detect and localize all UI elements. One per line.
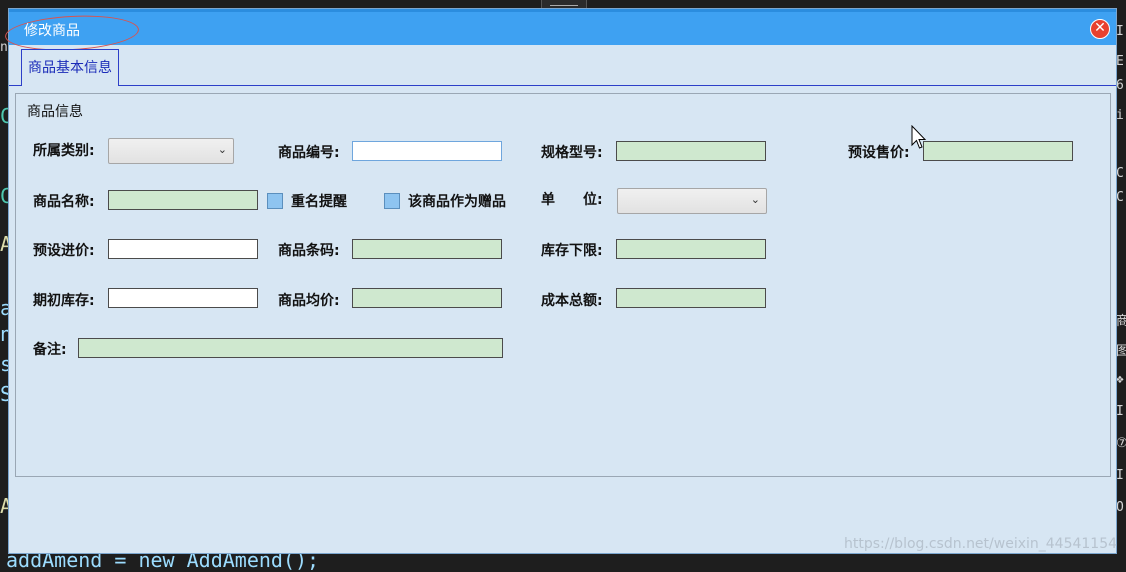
bg-right-char: I (1116, 404, 1124, 419)
bg-right-char: I (1116, 468, 1124, 483)
bg-right-char: C (1116, 190, 1124, 205)
unit-label: 单 位: (541, 192, 603, 208)
tab-basic-info[interactable]: 商品基本信息 (21, 49, 119, 85)
bg-right-char: 6 (1116, 78, 1124, 93)
sale-price-input[interactable] (923, 141, 1073, 161)
total-cost-input[interactable] (616, 288, 766, 308)
sale-price-label: 预设售价: (848, 145, 910, 161)
bg-right-char: 图 (1116, 344, 1126, 359)
remark-label: 备注: (33, 342, 67, 358)
barcode-label: 商品条码: (278, 243, 340, 259)
chevron-down-icon: ⌄ (217, 143, 227, 156)
tab-underline-gap (22, 84, 118, 87)
purchase-price-input[interactable] (108, 239, 258, 259)
remark-input[interactable] (78, 338, 503, 358)
stock-min-input[interactable] (616, 239, 766, 259)
name-label: 商品名称: (33, 194, 95, 210)
total-cost-label: 成本总额: (541, 293, 603, 309)
unit-select[interactable]: ⌄ (617, 188, 767, 214)
edit-product-dialog: 修改商品 ✕ 商品基本信息 商品信息 所属类别: ⌄ 商品编号: 规格型号: 预… (4, 8, 1117, 554)
initial-stock-label: 期初库存: (33, 293, 95, 309)
name-input[interactable] (108, 190, 258, 210)
close-button[interactable]: ✕ (1090, 19, 1110, 39)
initial-stock-input[interactable] (108, 288, 258, 308)
stock-min-label: 库存下限: (541, 243, 603, 259)
window-title: 修改商品 (24, 23, 80, 39)
purchase-price-label: 预设进价: (33, 243, 95, 259)
code-input[interactable] (352, 141, 502, 161)
dup-check-checkbox[interactable] (267, 193, 283, 209)
bg-char: n (0, 40, 8, 55)
spec-input[interactable] (616, 141, 766, 161)
gift-checkbox[interactable] (384, 193, 400, 209)
spec-label: 规格型号: (541, 145, 603, 161)
bg-right-char: E (1116, 54, 1124, 69)
code-label: 商品编号: (278, 145, 340, 161)
avg-price-label: 商品均价: (278, 293, 340, 309)
gift-label: 该商品作为赠品 (408, 194, 506, 210)
watermark: https://blog.csdn.net/weixin_44541154 (844, 536, 1118, 552)
bg-right-char: ⑦ (1116, 436, 1126, 451)
barcode-input[interactable] (352, 239, 502, 259)
dup-check-label: 重名提醒 (291, 194, 347, 210)
bg-right-char: ❖ (1116, 372, 1124, 387)
category-select[interactable]: ⌄ (108, 138, 234, 164)
group-title: 商品信息 (27, 104, 83, 120)
title-bar[interactable]: 修改商品 ✕ (4, 9, 1116, 54)
chevron-down-icon: ⌄ (750, 193, 760, 206)
close-icon: ✕ (1094, 20, 1106, 36)
bg-right-char: C (1116, 166, 1124, 181)
mouse-cursor-icon (911, 125, 927, 149)
bg-right-char: i (1116, 108, 1124, 123)
avg-price-input[interactable] (352, 288, 502, 308)
category-label: 所属类别: (33, 143, 95, 159)
tab-strip-border (9, 85, 1116, 86)
bg-right-panel: I E 6 i C C 商 图 ❖ I ⑦ I O (1116, 0, 1126, 564)
bg-right-char: I (1116, 24, 1124, 39)
bg-right-char: 商 (1116, 314, 1126, 329)
bg-right-char: O (1116, 500, 1124, 515)
